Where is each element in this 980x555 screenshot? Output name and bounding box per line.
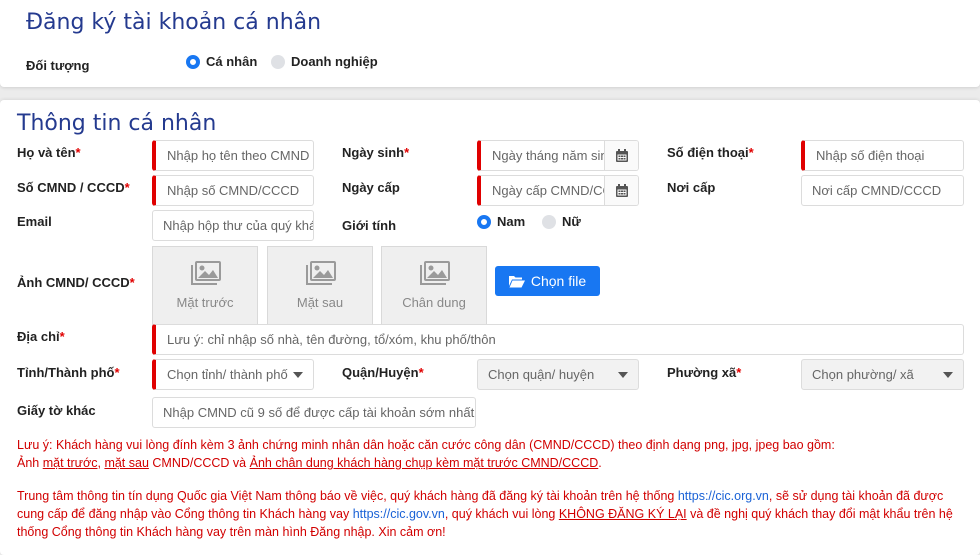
radio-unselected-icon[interactable] bbox=[271, 54, 285, 69]
gender-label: Giới tính bbox=[342, 218, 397, 233]
radio-unselected-icon[interactable] bbox=[542, 214, 556, 229]
other-docs-input[interactable]: Nhập CMND cũ 9 số để được cấp tài khoản … bbox=[152, 397, 476, 428]
phone-label: Số điện thoại* bbox=[667, 145, 754, 160]
issue-date-input[interactable]: Ngày cấp CMND/CCCD bbox=[477, 175, 639, 206]
fullname-label: Họ và tên* bbox=[17, 145, 81, 160]
address-label: Địa chỉ* bbox=[17, 329, 65, 344]
folder-open-icon bbox=[508, 275, 525, 287]
radio-selected-icon[interactable] bbox=[186, 54, 200, 69]
chevron-down-icon bbox=[943, 372, 953, 378]
radio-female[interactable]: Nữ bbox=[542, 213, 581, 231]
cic-org-link[interactable]: https://cic.org.vn bbox=[678, 489, 769, 503]
chevron-down-icon bbox=[293, 372, 303, 378]
id-number-input[interactable]: Nhập số CMND/CCCD bbox=[152, 175, 314, 206]
district-select[interactable]: Chọn quận/ huyện bbox=[477, 359, 639, 390]
image-icon bbox=[306, 261, 336, 285]
birthdate-input[interactable]: Ngày tháng năm sinh bbox=[477, 140, 639, 171]
issue-place-input[interactable]: Nơi cấp CMND/CCCD bbox=[801, 175, 964, 206]
choose-file-button[interactable]: Chọn file bbox=[495, 266, 600, 296]
cic-gov-link[interactable]: https://cic.gov.vn bbox=[353, 507, 445, 521]
email-label: Email bbox=[17, 214, 52, 229]
image-icon bbox=[191, 261, 221, 285]
radio-selected-icon[interactable] bbox=[477, 214, 491, 229]
issue-place-label: Nơi cấp bbox=[667, 180, 716, 195]
issue-date-label: Ngày cấp bbox=[342, 180, 400, 195]
image-icon bbox=[420, 261, 450, 285]
page-title: Đăng ký tài khoản cá nhân bbox=[26, 10, 322, 35]
id-number-label: Số CMND / CCCD* bbox=[17, 180, 130, 195]
section-title: Thông tin cá nhân bbox=[17, 111, 217, 136]
radio-male[interactable]: Nam bbox=[477, 213, 525, 231]
target-label: Đối tượng bbox=[26, 58, 90, 73]
address-input[interactable]: Lưu ý: chỉ nhập số nhà, tên đường, tổ/xó… bbox=[152, 324, 964, 355]
province-select[interactable]: Chọn tỉnh/ thành phố bbox=[152, 359, 314, 390]
province-label: Tỉnh/Thành phố* bbox=[17, 365, 120, 380]
radio-individual[interactable]: Cá nhân bbox=[186, 53, 257, 71]
calendar-icon[interactable] bbox=[604, 141, 638, 170]
account-type-card: Đăng ký tài khoản cá nhân Đối tượng Cá n… bbox=[0, 0, 980, 87]
photos-label: Ảnh CMND/ CCCD* bbox=[17, 275, 135, 290]
calendar-icon[interactable] bbox=[604, 176, 638, 205]
ward-label: Phường xã* bbox=[667, 365, 742, 380]
phone-input[interactable]: Nhập số điện thoại bbox=[801, 140, 964, 171]
radio-business[interactable]: Doanh nghiệp bbox=[271, 53, 378, 71]
cic-notice: Trung tâm thông tin tín dụng Quốc gia Vi… bbox=[17, 489, 953, 539]
fullname-input[interactable]: Nhập họ tên theo CMND bbox=[152, 140, 314, 171]
other-docs-label: Giấy tờ khác bbox=[17, 403, 96, 418]
district-label: Quận/Huyện* bbox=[342, 365, 424, 380]
attachment-note: Lưu ý: Khách hàng vui lòng đính kèm 3 ản… bbox=[17, 438, 835, 470]
email-input[interactable]: Nhập hộp thư của quý khách bbox=[152, 210, 314, 241]
chevron-down-icon bbox=[618, 372, 628, 378]
ward-select[interactable]: Chọn phường/ xã bbox=[801, 359, 964, 390]
birthdate-label: Ngày sinh* bbox=[342, 145, 410, 160]
